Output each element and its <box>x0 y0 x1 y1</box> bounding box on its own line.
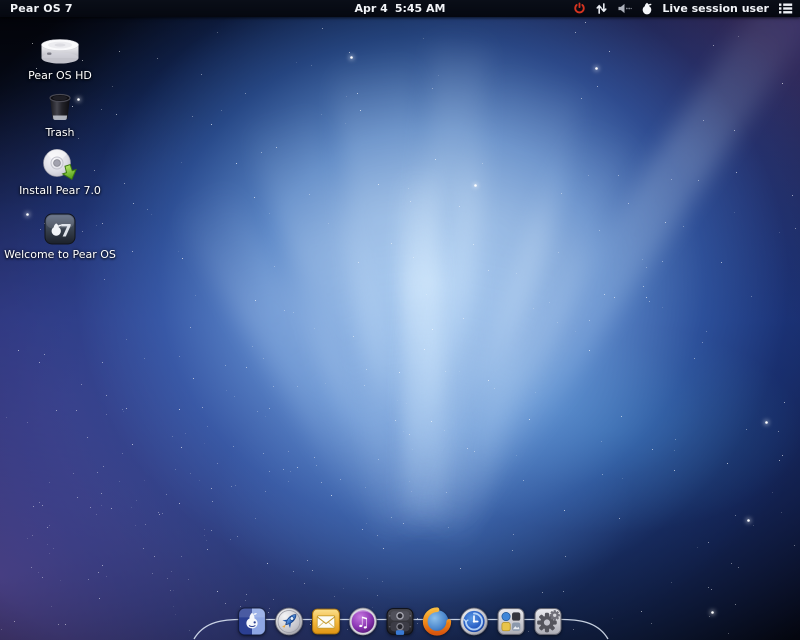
desktop-icon-label: Pear OS HD <box>28 69 92 82</box>
dock-item-firefox[interactable] <box>422 606 453 637</box>
hard-drive-icon <box>37 33 83 67</box>
desktop-icon-welcome[interactable]: 7 Welcome to Pear OS <box>0 212 120 261</box>
system-settings-gear-icon <box>533 606 564 637</box>
desktop-icon-label: Welcome to Pear OS <box>4 248 116 261</box>
music-player-icon: ♫ <box>348 606 379 637</box>
dock-item-time-machine[interactable] <box>459 606 490 637</box>
dock-item-file-manager[interactable] <box>237 606 268 637</box>
network-updown-icon[interactable] <box>595 1 608 16</box>
svg-text:7: 7 <box>60 222 72 242</box>
trash-icon <box>43 90 77 124</box>
desktop-icon-pear-os-hd[interactable]: Pear OS HD <box>0 33 120 82</box>
dock-item-launchpad[interactable] <box>274 606 305 637</box>
desktop-icon-install-pear[interactable]: Install Pear 7.0 <box>0 148 120 197</box>
clock-menu[interactable]: Apr 4 5:45 AM <box>355 2 446 15</box>
dock-item-music[interactable]: ♫ <box>348 606 379 637</box>
desktop-icon-label: Install Pear 7.0 <box>19 184 101 197</box>
file-manager-icon <box>237 606 268 637</box>
mail-icon <box>311 606 342 637</box>
clock-time: 5:45 AM <box>395 2 446 15</box>
dock-item-app-store[interactable] <box>496 606 527 637</box>
time-machine-backup-icon <box>459 606 490 637</box>
vignette <box>0 0 800 640</box>
launchpad-rocket-icon <box>274 606 305 637</box>
volume-icon[interactable] <box>617 1 632 16</box>
pear-menu-icon[interactable] <box>641 1 653 16</box>
wallpaper <box>0 0 800 640</box>
app-grid-icon <box>496 606 527 637</box>
welcome-pear7-icon: 7 <box>43 212 77 246</box>
desktop-icon-label: Trash <box>45 126 74 139</box>
session-menu-icon[interactable] <box>778 1 793 16</box>
dock-item-videos[interactable] <box>385 606 416 637</box>
session-user-label[interactable]: Live session user <box>662 2 769 15</box>
svg-text:♫: ♫ <box>357 615 370 631</box>
system-menu[interactable]: Pear OS 7 <box>0 2 83 15</box>
menubar: Pear OS 7 Apr 4 5:45 AM Live session user <box>0 0 800 17</box>
dock: ♫ <box>237 606 564 637</box>
power-icon[interactable] <box>573 1 586 16</box>
dock-item-system-settings[interactable] <box>533 606 564 637</box>
firefox-browser-icon <box>422 606 453 637</box>
system-menu-label: Pear OS 7 <box>10 2 73 15</box>
system-tray: Live session user <box>573 1 800 16</box>
dock-item-mail[interactable] <box>311 606 342 637</box>
desktop: Pear OS 7 Apr 4 5:45 AM Live session user <box>0 0 800 640</box>
desktop-icon-trash[interactable]: Trash <box>0 90 120 139</box>
video-reels-icon <box>385 606 416 637</box>
clock-date: Apr 4 <box>355 2 388 15</box>
install-disc-icon <box>41 148 79 182</box>
